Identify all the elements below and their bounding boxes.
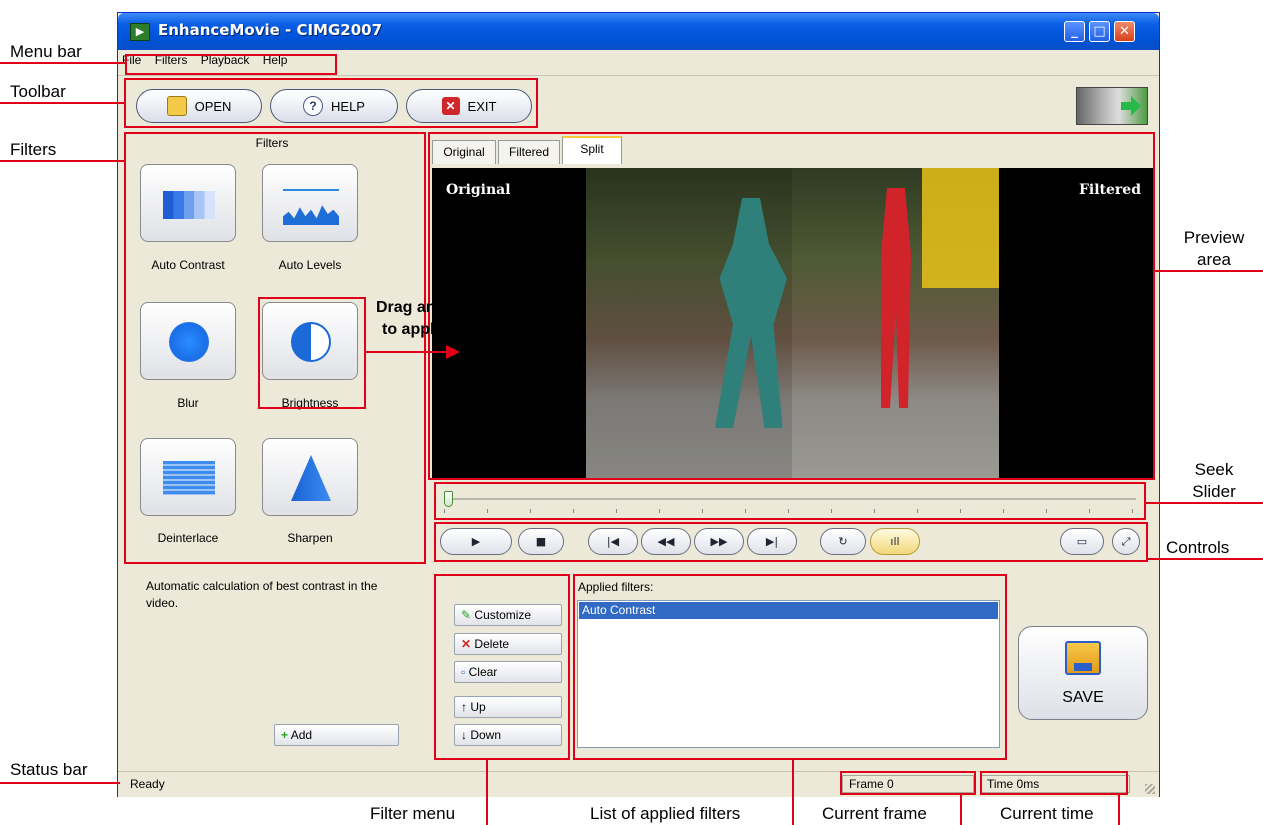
- current-frame-highlight: [840, 771, 976, 795]
- annotation-line: [0, 782, 120, 784]
- annotation-filters: Filters: [10, 140, 57, 159]
- annotation-current-time: Current time: [1000, 804, 1094, 823]
- save-label: SAVE: [1062, 689, 1104, 706]
- maximize-button[interactable]: □: [1089, 21, 1110, 42]
- annotation-current-frame: Current frame: [822, 804, 927, 823]
- menu-divider: [118, 75, 1159, 76]
- annotation-applied-list: List of applied filters: [590, 804, 741, 823]
- annotation-line: [0, 102, 126, 104]
- current-time-highlight: [980, 771, 1128, 795]
- annotation-line: [486, 760, 488, 825]
- brightness-highlight: [258, 297, 366, 409]
- annotation-line: [1118, 795, 1120, 825]
- filmstrip-logo-icon: [1076, 87, 1148, 125]
- resize-grip-icon: [1145, 784, 1155, 794]
- minimize-button[interactable]: _: [1064, 21, 1085, 42]
- annotation-preview-area-1: Preview: [1183, 228, 1245, 247]
- add-button[interactable]: + Add: [274, 724, 399, 746]
- menu-bar-highlight: [125, 54, 337, 75]
- annotation-status-bar: Status bar: [10, 760, 88, 779]
- annotation-line: [1155, 270, 1263, 272]
- annotation-toolbar: Toolbar: [10, 82, 66, 101]
- applied-list-highlight: [573, 574, 1007, 760]
- title-bar[interactable]: ▶ EnhanceMovie - CIMG2007 _ □ ✕: [118, 13, 1159, 50]
- floppy-disk-icon: [1065, 641, 1101, 675]
- drag-arrow-line: [366, 351, 448, 353]
- plus-icon: +: [281, 728, 289, 742]
- status-text: Ready: [130, 777, 165, 791]
- annotation-menu-bar: Menu bar: [10, 42, 82, 61]
- annotation-line: [792, 760, 794, 825]
- toolbar-highlight: [124, 78, 538, 128]
- seek-slider-highlight: [434, 482, 1146, 520]
- save-button[interactable]: SAVE: [1018, 626, 1148, 720]
- drag-arrow-head-icon: [446, 345, 460, 359]
- preview-highlight: [428, 132, 1155, 480]
- annotation-drag-1: Drag and drop: [376, 299, 486, 316]
- annotation-line: [960, 795, 962, 825]
- annotation-controls: Controls: [1166, 538, 1230, 557]
- filter-menu-highlight: [434, 574, 570, 760]
- annotation-line: [1146, 502, 1263, 504]
- annotation-line: [0, 160, 126, 162]
- annotation-filter-menu: Filter menu: [370, 804, 456, 823]
- annotation-seek-slider-1: Seek: [1194, 460, 1234, 479]
- annotation-line: [1148, 558, 1263, 560]
- annotation-seek-slider-2: Slider: [1192, 482, 1236, 501]
- filter-description: Automatic calculation of best contrast i…: [146, 579, 378, 610]
- controls-highlight: [434, 522, 1148, 562]
- close-button[interactable]: ✕: [1114, 21, 1135, 42]
- annotation-drag-2: to apply filter: [382, 321, 483, 338]
- annotation-line: [0, 62, 126, 64]
- annotation-preview-area-2: area: [1196, 250, 1232, 269]
- add-label: Add: [290, 728, 313, 742]
- app-icon: ▶: [130, 23, 150, 41]
- window-title: EnhanceMovie - CIMG2007: [158, 21, 383, 39]
